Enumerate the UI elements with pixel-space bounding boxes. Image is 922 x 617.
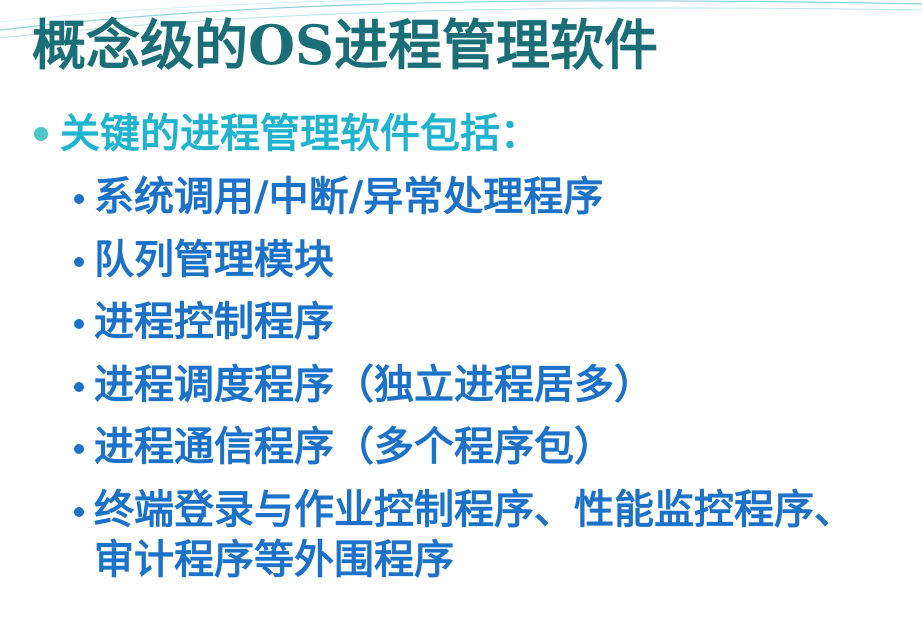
sub-bullet-item: 进程通信程序（多个程序包） <box>74 422 914 472</box>
sub-bullet-text: 进程调度程序（独立进程居多） <box>94 360 654 408</box>
sub-bullet-text: 进程控制程序 <box>94 298 334 345</box>
bullet-dot-icon <box>74 381 84 392</box>
sub-bullet-list: 系统调用/中断/异常处理程序 队列管理模块 进程控制程序 进程调度程序（独立进程… <box>74 172 914 597</box>
main-bullet-text: 关键的进程管理软件包括： <box>60 110 540 157</box>
bullet-dot-icon <box>74 506 84 517</box>
sub-bullet-text: 队列管理模块 <box>94 235 334 283</box>
sub-bullet-item: 系统调用/中断/异常处理程序 <box>74 172 914 222</box>
main-bullet-item: 关键的进程管理软件包括： <box>34 108 540 160</box>
sub-bullet-item: 进程控制程序 <box>74 297 914 347</box>
sub-bullet-text: 终端登录与作业控制程序、性能监控程序、审计程序等外围程序 <box>94 485 854 583</box>
bullet-dot-icon <box>74 444 84 454</box>
bullet-dot-icon <box>74 256 84 267</box>
sub-bullet-item: 队列管理模块 <box>74 235 914 285</box>
sub-bullet-text: 进程通信程序（多个程序包） <box>94 423 614 470</box>
bullet-dot-icon <box>74 319 84 329</box>
sub-bullet-item: 进程调度程序（独立进程居多） <box>74 360 914 410</box>
sub-bullet-item: 终端登录与作业控制程序、性能监控程序、审计程序等外围程序 <box>74 485 914 585</box>
slide-title: 概念级的OS进程管理软件 <box>32 13 659 77</box>
bullet-dot-icon <box>74 194 84 204</box>
sub-bullet-text: 系统调用/中断/异常处理程序 <box>94 173 604 220</box>
bullet-dot-icon <box>34 127 48 141</box>
